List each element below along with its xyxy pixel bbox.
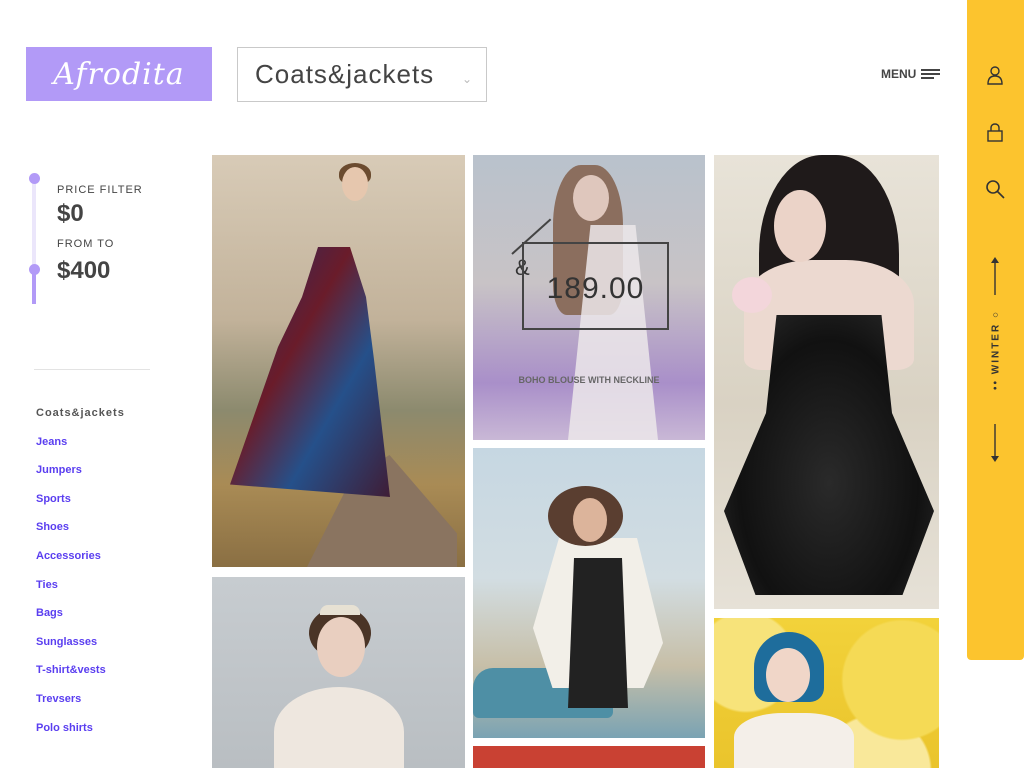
category-item-sports[interactable]: Sports (36, 493, 125, 522)
max-price-value: $400 (57, 257, 111, 284)
price-slider-min-handle[interactable] (29, 173, 40, 184)
product-price-box: 189.00 (522, 242, 669, 330)
category-item-jumpers[interactable]: Jumpers (36, 464, 125, 493)
product-tile[interactable] (714, 618, 939, 768)
user-icon[interactable] (984, 64, 1006, 86)
price-filter-label: PRICE FILTER (57, 184, 143, 196)
product-name[interactable]: BOHO BLOUSE WITH NECKLINE (473, 375, 705, 385)
product-tile[interactable] (212, 155, 465, 567)
sidebar-divider (34, 369, 150, 370)
menu-button[interactable]: MENU (881, 67, 941, 81)
product-tile[interactable] (714, 155, 939, 609)
price-slider-track[interactable] (32, 178, 36, 304)
category-item-tshirt-vests[interactable]: T-shirt&vests (36, 664, 125, 693)
lock-icon[interactable] (984, 121, 1006, 143)
right-rail: •• WINTER ○ (967, 0, 1024, 660)
price-slider-range (32, 270, 36, 304)
product-tile[interactable] (473, 448, 705, 738)
logo-text: Afrodita (53, 56, 185, 92)
hamburger-icon (921, 69, 941, 79)
category-item-trevsers[interactable]: Trevsers (36, 693, 125, 722)
category-list: Coats&jackets Jeans Jumpers Sports Shoes… (36, 407, 125, 750)
arrow-down-icon[interactable] (988, 424, 1002, 464)
season-label: •• WINTER ○ (990, 309, 1002, 391)
category-item-polo-shirts[interactable]: Polo shirts (36, 722, 125, 751)
price-slider-max-handle[interactable] (29, 264, 40, 275)
min-price-value: $0 (57, 200, 84, 227)
category-item-jeans[interactable]: Jeans (36, 436, 125, 465)
product-price: 189.00 (546, 272, 645, 305)
category-item-accessories[interactable]: Accessories (36, 550, 125, 579)
category-item-sunglasses[interactable]: Sunglasses (36, 636, 125, 665)
product-tile[interactable] (473, 746, 705, 768)
category-item-coats-jackets[interactable]: Coats&jackets (36, 407, 125, 436)
category-item-ties[interactable]: Ties (36, 579, 125, 608)
search-icon[interactable] (984, 178, 1006, 200)
category-item-bags[interactable]: Bags (36, 607, 125, 636)
category-select-value: Coats&jackets (255, 59, 435, 89)
menu-label: MENU (881, 67, 917, 81)
logo[interactable]: Afrodita (26, 47, 212, 101)
category-select[interactable]: Coats&jackets ⌄ (237, 47, 487, 102)
chevron-down-icon: ⌄ (461, 72, 472, 86)
arrow-up-icon[interactable] (988, 255, 1002, 295)
product-tile[interactable] (212, 577, 465, 768)
category-item-shoes[interactable]: Shoes (36, 521, 125, 550)
from-to-label: FROM TO (57, 238, 115, 250)
